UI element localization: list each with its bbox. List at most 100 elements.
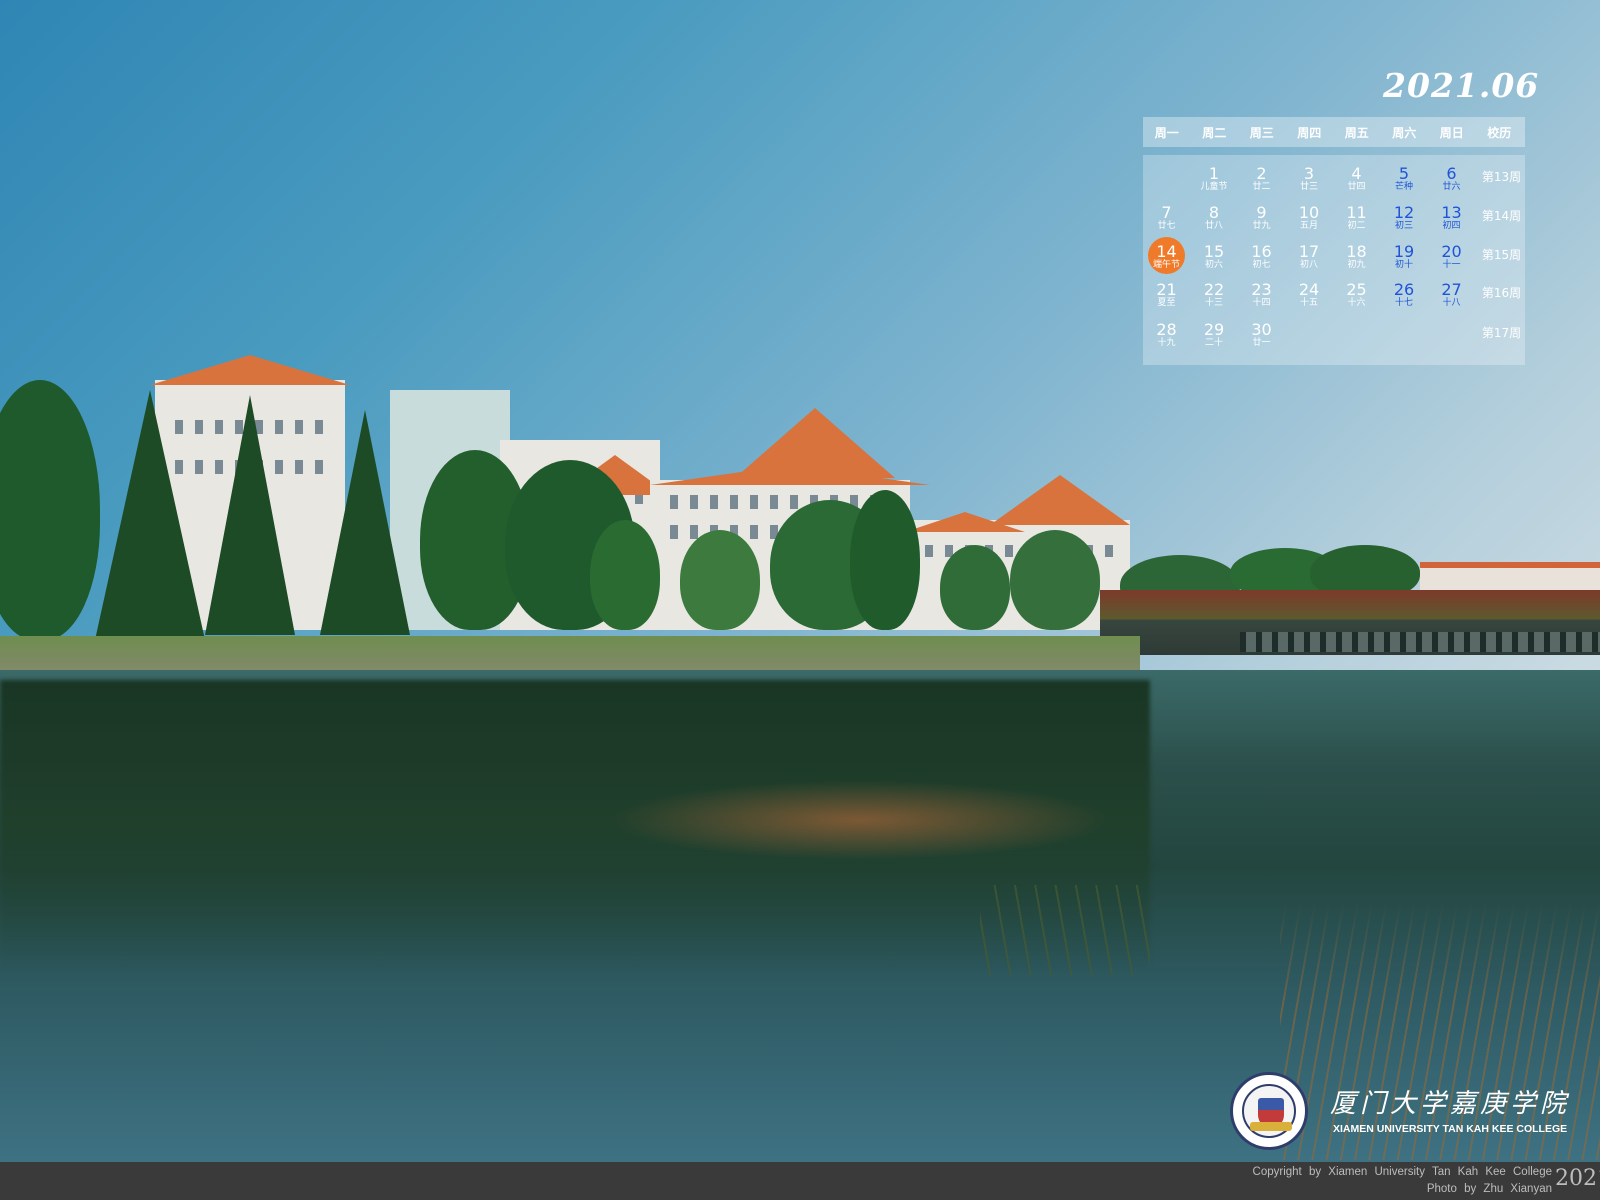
calendar-day: 28 十九 [1143,321,1190,357]
far-building [1420,562,1600,592]
weekday-label: 周日 [1439,125,1464,140]
day-number: 8 [1208,203,1220,222]
ribbon-icon [1250,1122,1292,1131]
lunar-date: 五月 [1299,221,1318,231]
calendar-day: 8 廿八 [1191,204,1238,240]
day-number: 28 [1156,320,1177,339]
day-number: 22 [1203,280,1225,299]
lunar-date: 廿四 [1347,182,1366,192]
day-number: 24 [1298,280,1320,299]
lunar-date: 儿童节 [1200,182,1228,192]
calendar-day: 20 十一 [1428,243,1475,279]
day-number: 12 [1393,203,1415,222]
lunar-date: 廿六 [1442,182,1461,192]
lunar-date: 廿九 [1252,221,1271,231]
weekday-label: 周二 [1202,125,1227,140]
college-name-chinese: 厦门大学嘉庚学院 [1330,1089,1571,1119]
calendar-day: 25 十六 [1333,281,1380,317]
calendar-day: 5 芒种 [1381,165,1428,201]
day-number: 20 [1441,242,1462,261]
lunar-date: 十七 [1394,298,1413,308]
day-number: 4 [1351,164,1362,183]
day-number: 17 [1298,242,1320,261]
lunar-date: 初四 [1442,221,1461,231]
lunar-date: 十五 [1299,298,1318,308]
day-number: 11 [1346,203,1367,222]
day-number: 2 [1256,164,1267,183]
calendar-day: 21 夏至 [1143,281,1190,317]
pine-tree [320,410,410,635]
campus-roof [905,512,1025,532]
lunar-date: 初三 [1394,221,1413,231]
calendar-day: 6 廿六 [1428,165,1475,201]
lunar-date: 廿二 [1252,182,1271,192]
calendar-week-row: 1 儿童节 2 廿二 3 廿三 4 廿四 5 芒种 6 廿六 第13周 [1143,165,1525,203]
school-week-label: 第15周 [1481,248,1522,262]
lunar-date: 端午节 [1152,260,1180,270]
school-week-label: 第16周 [1481,286,1522,300]
day-number: 19 [1393,242,1415,261]
calendar-weekday-header: 周一 周二 周三 周四 周五 周六 周日 校历 [1143,117,1525,147]
lunar-date: 初十 [1394,260,1413,270]
lunar-date: 十八 [1442,298,1461,308]
weekday-label: 周六 [1392,125,1417,140]
reeds [1280,900,1600,1160]
calendar-day: 17 初八 [1286,243,1333,279]
calendar-day: 16 初七 [1238,243,1285,279]
tree [680,530,760,630]
tree [940,545,1010,630]
school-week-label: 第13周 [1481,170,1522,184]
calendar-day: 18 初九 [1333,243,1380,279]
calendar-day: 15 初六 [1191,243,1238,279]
calendar-day: 11 初二 [1333,204,1380,240]
college-name-english: XIAMEN UNIVERSITY TAN KAH KEE COLLEGE [1333,1123,1568,1135]
campus-roof [650,465,930,485]
lunar-date: 廿三 [1299,182,1318,192]
footer-year: 2021 [1555,1166,1600,1191]
lunar-date: 初九 [1347,260,1366,270]
pine-tree [95,390,205,640]
day-number: 5 [1398,164,1410,183]
calendar-day: 4 廿四 [1333,165,1380,201]
lunar-date: 初二 [1347,221,1366,231]
campus-roof [150,355,350,385]
day-number: 15 [1203,242,1225,261]
calendar-day-today: 14 端午节 [1143,237,1190,279]
lunar-date: 初六 [1204,260,1223,270]
day-number: 23 [1251,280,1272,299]
tree [850,490,920,630]
lunar-date: 初八 [1299,260,1318,270]
photo-credit: Photo by Zhu Xianyan [1426,1183,1552,1195]
day-number: 13 [1441,203,1462,222]
lunar-date: 十四 [1252,298,1271,308]
calendar-day: 19 初十 [1381,243,1428,279]
tree [590,520,660,630]
day-number: 3 [1303,164,1315,183]
calendar-day: 23 十四 [1238,281,1285,317]
pine-tree [205,395,295,635]
calendar-week-row: 14 端午节 15 初六 16 初七 17 初八 18 初九 19 初十 20 十一 第15周 [1143,237,1525,281]
calendar-day: 22 十三 [1191,281,1238,317]
calendar-day: 12 初三 [1381,204,1428,240]
weekday-label: 周一 [1154,125,1179,140]
calendar-month-title: 2021.06 [1383,66,1540,105]
day-number: 7 [1161,203,1172,222]
school-week-label: 第14周 [1481,209,1522,223]
lunar-date: 廿一 [1252,338,1271,348]
lunar-date: 十六 [1347,298,1366,308]
lunar-date: 廿七 [1157,221,1176,231]
calendar-day: 27 十八 [1428,281,1475,317]
week-number-header: 校历 [1487,125,1512,140]
seal-ring [1242,1084,1296,1138]
calendar-day: 7 廿七 [1143,204,1190,240]
day-number: 21 [1156,280,1177,299]
day-number: 16 [1251,242,1272,261]
calendar-day: 13 初四 [1428,204,1475,240]
lunar-date: 廿八 [1204,221,1223,231]
lunar-date: 夏至 [1157,298,1176,308]
reeds [980,885,1150,975]
day-number: 1 [1208,164,1220,183]
calendar-week-row: 21 夏至 22 十三 23 十四 24 十五 25 十六 26 十七 27 十八 第16周 [1143,281,1525,319]
day-number: 26 [1393,280,1415,299]
footer-bar: Copyright by Xiamen University Tan Kah K… [0,1162,1600,1200]
